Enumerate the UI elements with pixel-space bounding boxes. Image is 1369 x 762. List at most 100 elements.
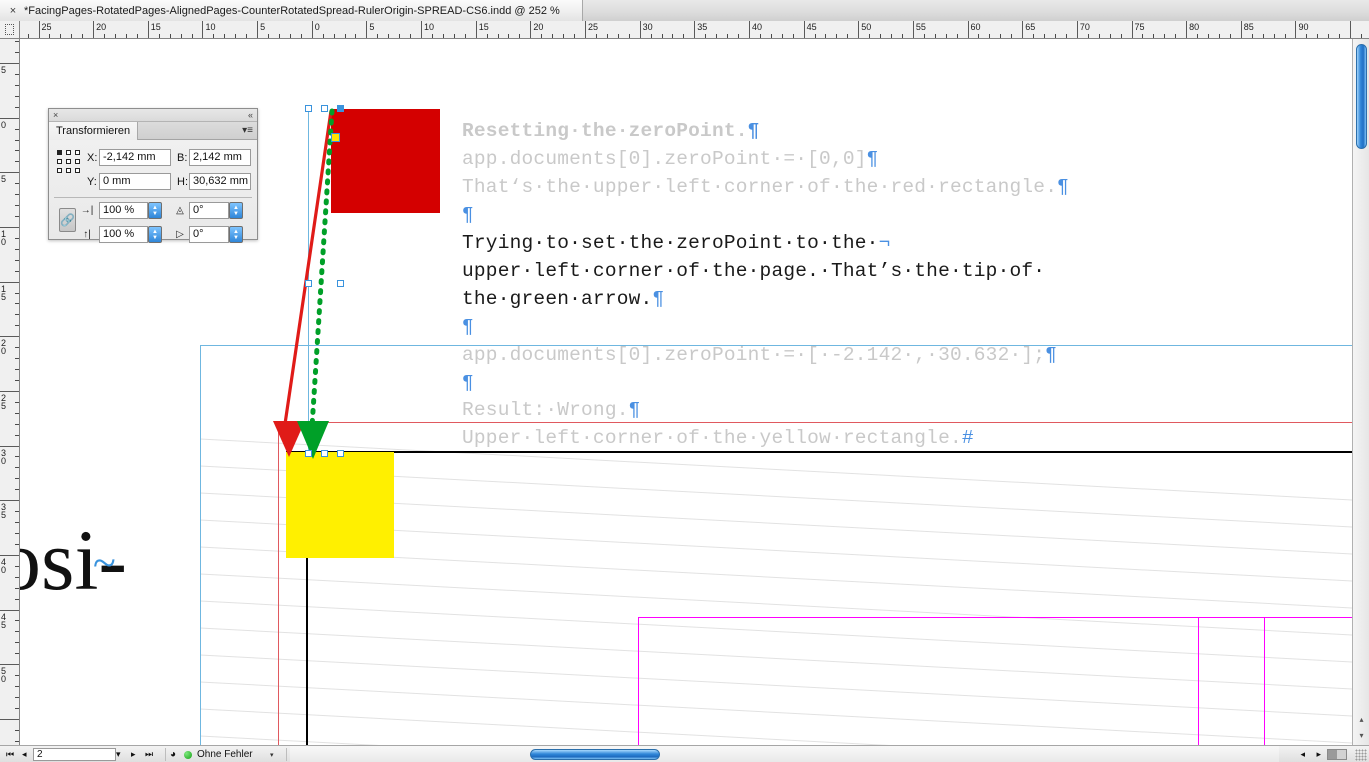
scroll-down-button[interactable]: ▾ [1353, 728, 1369, 743]
resize-grip-icon[interactable] [1355, 749, 1367, 761]
story-line: That‘s·the·upper·left·corner·of·the·red·… [462, 176, 1069, 198]
next-page-button[interactable]: ▸ [131, 746, 136, 762]
view-mode-icon[interactable] [1327, 749, 1347, 760]
ruler-tick-minor [1044, 34, 1046, 38]
ruler-tick-minor [213, 34, 215, 38]
scale-y-field[interactable]: 100 % [99, 226, 148, 243]
scroll-up-button[interactable]: ▴ [1353, 712, 1369, 727]
transform-panel[interactable]: × « Transformieren ▾≡ X: -2,142 mm Y: 0 … [48, 108, 258, 243]
ruler-tick-minor [15, 401, 19, 403]
scale-y-stepper[interactable]: ▲ ▼ [148, 226, 162, 243]
scale-x-stepper[interactable]: ▲ ▼ [148, 202, 162, 219]
selection-handle-bottom-center[interactable] [321, 450, 328, 457]
horizontal-scrollbar[interactable] [290, 746, 1279, 762]
transform-panel-titlebar[interactable]: × « [49, 109, 257, 122]
ruler-tick-minor [15, 653, 19, 655]
selection-handle-middle-right[interactable] [337, 280, 344, 287]
story-line: ¶ [462, 204, 474, 226]
ruler-tick-minor [945, 34, 947, 38]
ruler-tick-minor [410, 34, 412, 38]
ruler-tick-minor [1087, 34, 1089, 38]
tab-transformieren[interactable]: Transformieren [49, 122, 139, 140]
horizontal-scrollbar-thumb[interactable] [530, 749, 660, 760]
ruler-tick-minor [289, 34, 291, 38]
close-icon[interactable]: × [53, 109, 58, 122]
ruler-label-horizontal: 35 [697, 22, 708, 32]
ruler-label-horizontal: 30 [642, 22, 653, 32]
paragraph-mark-icon: ¶ [462, 316, 474, 338]
ruler-tick-major [257, 21, 259, 38]
preflight-icon[interactable]: ◕ [170, 746, 176, 762]
ruler-label-horizontal: 85 [1243, 22, 1254, 32]
selection-handle-top-center[interactable] [321, 105, 328, 112]
ruler-tick-minor [978, 34, 980, 38]
selection-handle-middle-left[interactable] [305, 280, 312, 287]
paragraph-mark-icon: ¶ [462, 372, 474, 394]
ruler-tick-minor [1142, 34, 1144, 38]
horizontal-ruler[interactable]: 25 20 15 10 5 0 5 10 15 20 25 30 35 40 45 50 55 60 65 70 75 8… [20, 21, 1369, 39]
first-page-button[interactable]: ⏮ [6, 746, 14, 762]
red-rectangle[interactable] [331, 109, 440, 213]
reference-point-grid-icon[interactable] [57, 150, 83, 176]
ruler-tick-minor [169, 34, 171, 38]
preflight-caret-icon[interactable]: ▾ [270, 746, 274, 762]
ruler-origin-corner[interactable] [0, 21, 20, 39]
page-number-field[interactable]: 2 [33, 748, 116, 761]
ruler-label-horizontal: 60 [970, 22, 981, 32]
panel-menu-icon[interactable]: ▾≡ [242, 125, 253, 136]
height-field-label: H: [177, 176, 188, 188]
story-line: Upper·left·corner·of·the·yellow·rectangl… [462, 427, 974, 449]
link-chain-icon[interactable]: 🔗 [59, 208, 76, 232]
ruler-tick-minor [15, 303, 19, 305]
ruler-tick-major [1131, 21, 1133, 38]
y-field[interactable]: 0 mm [99, 173, 171, 190]
ruler-tick-major [311, 21, 313, 38]
collapse-panel-icon[interactable]: « [248, 109, 253, 122]
scroll-right-button[interactable]: ▸ [1316, 746, 1321, 762]
selection-handle-top-left[interactable] [305, 105, 312, 112]
ruler-tick-major [530, 21, 532, 38]
ruler-tick-minor [705, 34, 707, 38]
ruler-tick-minor [15, 325, 19, 327]
ruler-tick-minor [15, 620, 19, 622]
ruler-tick-minor [738, 34, 740, 38]
yellow-rectangle[interactable] [286, 452, 394, 558]
ruler-tick-minor [15, 194, 19, 196]
selection-handle-top-right[interactable] [337, 105, 344, 112]
ruler-guide-vertical-left[interactable] [200, 345, 201, 745]
vertical-scrollbar-thumb[interactable] [1356, 44, 1367, 149]
ruler-label-vertical: 20 [1, 338, 7, 357]
ruler-tick-minor [595, 34, 597, 38]
vertical-scrollbar[interactable]: ▴ ▾ [1352, 39, 1369, 745]
ruler-label-vertical: 40 [1, 556, 7, 575]
vertical-ruler[interactable]: 505101520253035404550 [0, 39, 20, 745]
ruler-tick-minor [15, 139, 19, 141]
rotate-angle-icon: ◬ [176, 205, 184, 216]
document-tab[interactable]: × *FacingPages-RotatedPages-AlignedPages… [0, 0, 583, 21]
close-icon[interactable]: × [6, 4, 20, 18]
x-field[interactable]: -2,142 mm [99, 149, 171, 166]
ruler-tick-major [0, 609, 19, 611]
scale-x-field[interactable]: 100 % [99, 202, 148, 219]
last-page-button[interactable]: ⏭ [145, 746, 153, 762]
ruler-tick-minor [1033, 34, 1035, 38]
selection-handle-bottom-right[interactable] [337, 450, 344, 457]
ruler-tick-minor [15, 358, 19, 360]
reference-point-handle[interactable] [331, 133, 340, 142]
width-field[interactable]: 2,142 mm [189, 149, 251, 166]
ruler-tick-minor [158, 34, 160, 38]
height-field[interactable]: 30,632 mm [189, 173, 251, 190]
rotation-field[interactable]: 0° [189, 202, 229, 219]
ruler-label-horizontal: 25 [41, 22, 52, 32]
rotation-stepper[interactable]: ▲ ▼ [229, 202, 243, 219]
shear-field[interactable]: 0° [189, 226, 229, 243]
ruler-tick-minor [1306, 34, 1308, 38]
scroll-left-button[interactable]: ◂ [1300, 746, 1305, 762]
ruler-tick-minor [15, 347, 19, 349]
story-line: app.documents[0].zeroPoint·=·[0,0]¶ [462, 148, 879, 170]
page-dropdown-caret-icon[interactable]: ▾ [116, 746, 121, 762]
baseline-grid-line [199, 600, 1352, 663]
prev-page-button[interactable]: ◂ [22, 746, 27, 762]
selection-handle-bottom-left[interactable] [305, 450, 312, 457]
shear-stepper[interactable]: ▲ ▼ [229, 226, 243, 243]
